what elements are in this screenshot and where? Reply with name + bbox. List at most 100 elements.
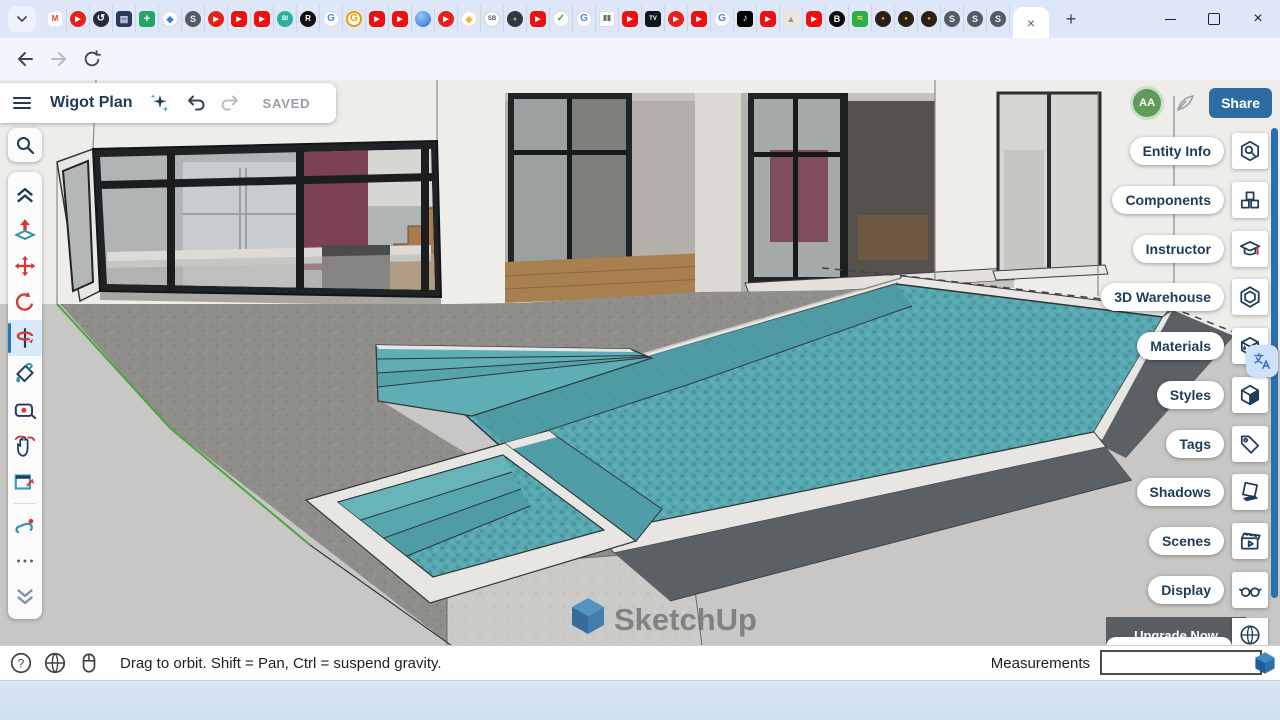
ai-assistant-button[interactable] xyxy=(143,87,175,119)
globe-dark-favicon-tab[interactable]: S xyxy=(964,5,987,33)
yt-favicon-tab[interactable]: ▶ xyxy=(251,5,274,33)
mouse-hints-button[interactable] xyxy=(76,650,102,676)
3d-warehouse-panel-button[interactable] xyxy=(1232,279,1268,315)
panel-tab-label[interactable]: Tags xyxy=(1166,430,1224,458)
clapper-favicon-tab[interactable]: ▤ xyxy=(113,5,136,33)
display-panel-button[interactable] xyxy=(1232,572,1268,608)
bookmark-dark-favicon-tab[interactable]: R xyxy=(297,5,320,33)
model-canvas[interactable]: SketchUp xyxy=(0,80,1280,645)
yt-circle-favicon-tab[interactable]: ▶ xyxy=(67,5,90,33)
panel-tab-label[interactable]: 3D Warehouse xyxy=(1101,283,1224,311)
panel-tab-label[interactable]: Display xyxy=(1148,576,1224,604)
new-tab-button[interactable]: + xyxy=(1058,6,1084,32)
geolocation-panel-button[interactable] xyxy=(1232,618,1268,645)
reload-button[interactable] xyxy=(78,45,106,73)
walk-tool[interactable] xyxy=(8,507,42,543)
expand-toolbar-tool[interactable] xyxy=(8,579,42,615)
tradingview-favicon-tab[interactable]: TV xyxy=(642,5,665,33)
check-green-favicon-tab[interactable]: ✓ xyxy=(550,5,573,33)
bird-green-favicon-tab[interactable]: ≈ xyxy=(849,5,872,33)
compass-favicon-tab[interactable]: ◆ xyxy=(159,5,182,33)
instructor-panel-button[interactable] xyxy=(1232,231,1268,267)
yt-favicon-tab[interactable]: ▶ xyxy=(619,5,642,33)
redo-button[interactable] xyxy=(213,87,245,119)
minimize-button[interactable] xyxy=(1148,0,1192,38)
more-tools-tool[interactable] xyxy=(8,543,42,579)
close-button[interactable]: × xyxy=(1236,0,1280,38)
forward-button[interactable] xyxy=(46,45,74,73)
move-tool[interactable] xyxy=(8,248,42,284)
compass-yellow-favicon-tab[interactable]: ◆ xyxy=(458,5,481,33)
paint-bucket-tool[interactable] xyxy=(8,356,42,392)
panel-tab-label[interactable]: Scenes xyxy=(1149,527,1224,555)
styles-panel-button[interactable] xyxy=(1232,377,1268,413)
undo-button[interactable] xyxy=(181,87,213,119)
follow-me-tool[interactable] xyxy=(8,320,42,356)
cam-dark-favicon-tab[interactable]: ● xyxy=(504,5,527,33)
rotate-tool[interactable] xyxy=(8,284,42,320)
panel-tab-label[interactable]: Shadows xyxy=(1137,478,1224,506)
search-tool-button[interactable] xyxy=(8,128,42,162)
yt-circle-favicon-tab[interactable]: ▶ xyxy=(665,5,688,33)
b-dark-favicon-tab[interactable]: B xyxy=(826,5,849,33)
active-tab[interactable]: × xyxy=(1013,7,1049,38)
entity-info-panel-button[interactable] xyxy=(1232,133,1268,169)
yt-favicon-tab[interactable]: ▶ xyxy=(803,5,826,33)
push-pull-tool[interactable] xyxy=(8,212,42,248)
coin-favicon-tab[interactable]: ● xyxy=(872,5,895,33)
orbit-tool[interactable] xyxy=(8,428,42,464)
translate-button[interactable] xyxy=(1246,345,1278,377)
tab-search-button[interactable] xyxy=(8,6,36,32)
google-orange-favicon-tab[interactable]: G xyxy=(343,5,366,33)
yt-circle-favicon-tab[interactable]: ▶ xyxy=(435,5,458,33)
help-button[interactable]: ? xyxy=(8,650,34,676)
gmail-favicon-tab[interactable]: M xyxy=(44,5,67,33)
main-menu-button[interactable] xyxy=(6,87,38,119)
yt-favicon-tab[interactable]: ▶ xyxy=(688,5,711,33)
statue-favicon-tab[interactable]: ▲ xyxy=(780,5,803,33)
yt-favicon-tab[interactable]: ▶ xyxy=(228,5,251,33)
google-favicon-tab[interactable]: G xyxy=(320,5,343,33)
panel-tab-label[interactable]: Components xyxy=(1112,186,1224,214)
avatar[interactable]: AA xyxy=(1133,89,1161,117)
measurements-input[interactable] xyxy=(1100,650,1262,675)
globe-dark-favicon-tab[interactable]: S xyxy=(941,5,964,33)
google-favicon-tab[interactable]: G xyxy=(573,5,596,33)
spiral-favicon-tab[interactable]: ↺ xyxy=(90,5,113,33)
globe-dark-favicon-tab[interactable]: S xyxy=(987,5,1010,33)
components-panel-button[interactable] xyxy=(1232,182,1268,218)
yt-favicon-tab[interactable]: ▶ xyxy=(527,5,550,33)
teal-bi-favicon-tab[interactable]: BI xyxy=(274,5,297,33)
barcode-favicon-tab[interactable]: ‖‖ xyxy=(596,5,619,33)
panel-tab-label[interactable]: Entity Info xyxy=(1130,137,1224,165)
document-title[interactable]: Wigot Plan xyxy=(50,94,133,112)
language-button[interactable] xyxy=(42,650,68,676)
shadows-panel-button[interactable] xyxy=(1232,474,1268,510)
share-button[interactable]: Share xyxy=(1209,88,1272,118)
google-favicon-tab[interactable]: G xyxy=(711,5,734,33)
tiktok-favicon-tab[interactable]: ♪ xyxy=(734,5,757,33)
panel-tab-label[interactable]: Materials xyxy=(1137,332,1224,360)
panel-tab-label[interactable]: Styles xyxy=(1157,381,1224,409)
close-icon[interactable]: × xyxy=(1027,15,1035,31)
tags-panel-button[interactable] xyxy=(1232,426,1268,462)
sphere-blue-favicon-tab[interactable] xyxy=(412,5,435,33)
yt-favicon-tab[interactable]: ▶ xyxy=(366,5,389,33)
coin-favicon-tab[interactable]: ● xyxy=(895,5,918,33)
section-plane-tool[interactable] xyxy=(8,464,42,500)
globe-dark-favicon-tab[interactable]: S xyxy=(182,5,205,33)
feather-icon[interactable] xyxy=(1174,92,1196,114)
sheets-favicon-tab[interactable]: + xyxy=(136,5,159,33)
yt-circle-favicon-tab[interactable]: ▶ xyxy=(205,5,228,33)
collapse-toolbar-tool[interactable] xyxy=(8,176,42,212)
yt-favicon-tab[interactable]: ▶ xyxy=(389,5,412,33)
tape-measure-tool[interactable] xyxy=(8,392,42,428)
sb-favicon-tab[interactable]: SB xyxy=(481,5,504,33)
yt-favicon-tab[interactable]: ▶ xyxy=(757,5,780,33)
maximize-button[interactable] xyxy=(1192,0,1236,38)
back-button[interactable] xyxy=(10,45,38,73)
panel-tab-label[interactable]: Instructor xyxy=(1133,235,1224,263)
scenes-panel-button[interactable] xyxy=(1232,523,1268,559)
coin-favicon-tab[interactable]: ● xyxy=(918,5,941,33)
push-pull-icon xyxy=(12,217,38,243)
